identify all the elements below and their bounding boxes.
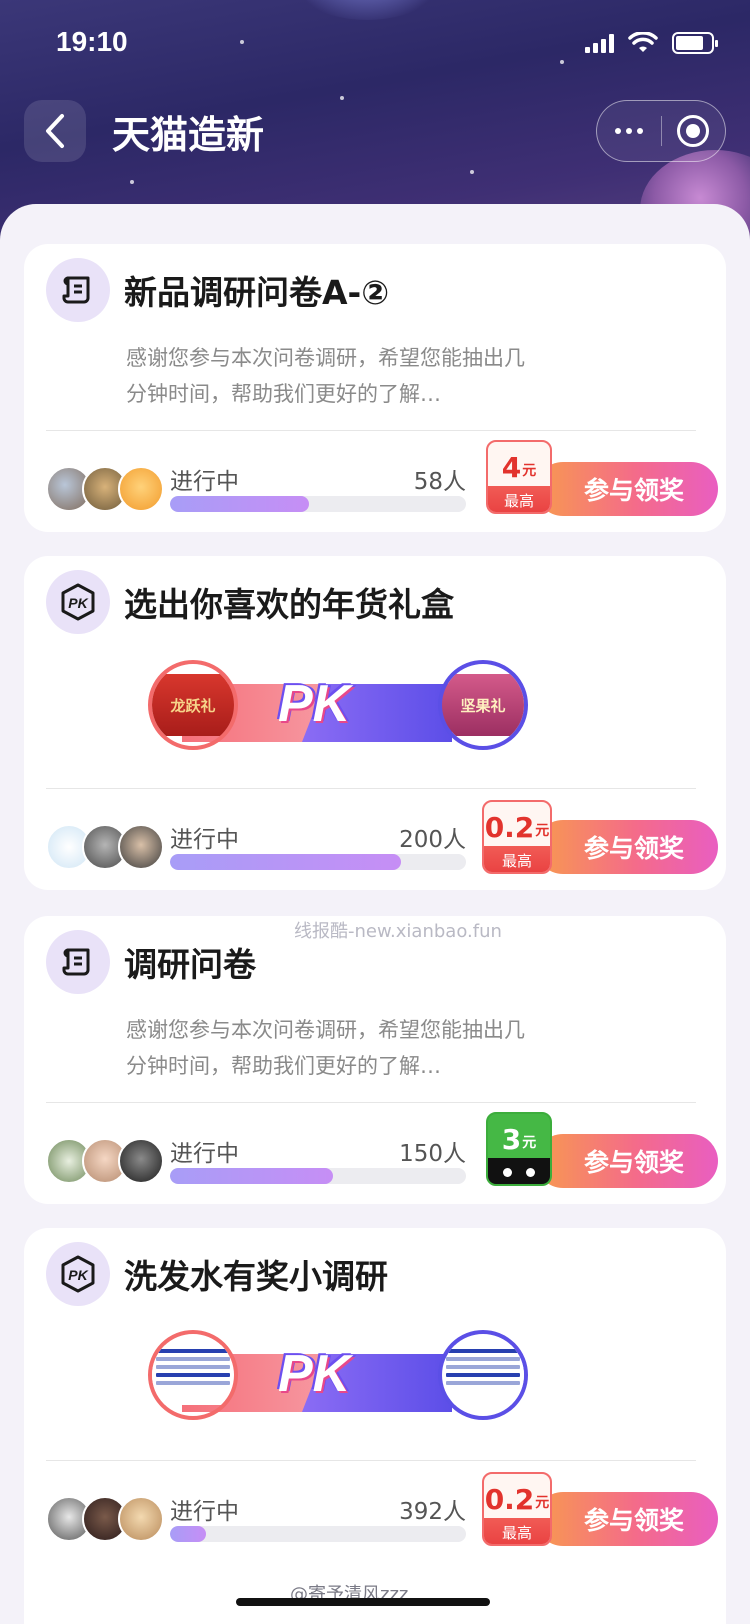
pk-label: PK: [278, 675, 351, 733]
reward-unit: 元: [535, 823, 550, 839]
svg-text:PK: PK: [68, 595, 88, 611]
back-button[interactable]: [24, 100, 86, 162]
pk-option-right[interactable]: 坚果礼: [438, 660, 528, 750]
product-document-image: [152, 1345, 234, 1405]
avatar: [118, 824, 164, 870]
participant-avatars: [46, 466, 164, 512]
product-document-image: [442, 1345, 524, 1405]
reward-label: 最高: [484, 846, 550, 872]
battery-icon: [672, 32, 718, 54]
divider: [46, 1460, 696, 1461]
pk-comparison: PK: [122, 1324, 528, 1444]
reward-amount: 4: [501, 451, 522, 484]
card-title: 选出你喜欢的年货礼盒: [124, 585, 454, 624]
gift-box-image: 龙跃礼: [152, 674, 234, 736]
status-icons: [585, 32, 718, 54]
participant-count: 150人: [399, 1141, 466, 1167]
pk-icon: PK: [46, 1242, 110, 1306]
reward-amount: 0.2: [484, 1483, 535, 1516]
avatar: [118, 466, 164, 512]
reward-badge: 0.2 元 最高: [482, 1472, 552, 1546]
participant-count: 200人: [399, 827, 466, 853]
star-decoration: [470, 170, 474, 174]
join-reward-button[interactable]: 参与领奖: [536, 1492, 718, 1546]
target-icon: [677, 115, 710, 147]
tmall-cat-icon: [488, 1158, 550, 1184]
scroll-icon: [46, 258, 110, 322]
content-area: 新品调研问卷A-② 感谢您参与本次问卷调研，希望您能抽出几分钟时间，帮助我们更好…: [0, 204, 750, 1624]
progress-bar: [170, 1168, 466, 1184]
divider: [46, 430, 696, 431]
reward-unit: 元: [522, 463, 537, 479]
participant-avatars: [46, 1496, 164, 1542]
signal-icon: [585, 33, 614, 53]
reward-amount: 3: [501, 1123, 522, 1156]
participant-avatars: [46, 1138, 164, 1184]
more-button[interactable]: [597, 101, 661, 161]
progress-bar: [170, 1526, 466, 1542]
chevron-left-icon: [46, 114, 64, 148]
reward-amount: 0.2: [484, 811, 535, 844]
wifi-icon: [628, 32, 658, 52]
progress-bar: [170, 854, 466, 870]
participant-count: 58人: [413, 469, 466, 495]
join-reward-button[interactable]: 参与领奖: [536, 820, 718, 874]
pk-option-left[interactable]: [148, 1330, 238, 1420]
divider: [46, 1102, 696, 1103]
svg-text:PK: PK: [68, 1267, 88, 1283]
reward-badge: 4元 最高: [486, 440, 552, 514]
page-title: 天猫造新: [112, 113, 265, 157]
reward-badge: 0.2 元 最高: [482, 800, 552, 874]
reward-badge: 3元: [486, 1112, 552, 1186]
card-title: 调研问卷: [124, 945, 256, 984]
pk-card[interactable]: PK 选出你喜欢的年货礼盒 龙跃礼 坚果礼 PK 进行中 200人 参与领奖 0…: [24, 556, 726, 890]
avatar: [118, 1496, 164, 1542]
home-indicator[interactable]: [236, 1598, 490, 1606]
pk-label: PK: [278, 1345, 351, 1403]
miniprogram-capsule: [596, 100, 726, 162]
nav-bar: 天猫造新: [0, 96, 750, 166]
pk-comparison: 龙跃礼 坚果礼 PK: [122, 654, 528, 774]
reward-label: 最高: [488, 486, 550, 512]
status-text: 进行中: [170, 827, 239, 853]
status-text: 进行中: [170, 1499, 239, 1525]
reward-unit: 元: [535, 1495, 550, 1511]
reward-label: 最高: [484, 1518, 550, 1544]
status-time: 19:10: [56, 26, 128, 57]
star-decoration: [130, 180, 134, 184]
status-text: 进行中: [170, 469, 239, 495]
join-reward-button[interactable]: 参与领奖: [536, 1134, 718, 1188]
participant-avatars: [46, 824, 164, 870]
participant-count: 392人: [399, 1499, 466, 1525]
survey-card[interactable]: 调研问卷 感谢您参与本次问卷调研，希望您能抽出几分钟时间，帮助我们更好的了解… …: [24, 916, 726, 1204]
status-bar: 19:10: [0, 0, 750, 90]
join-reward-button[interactable]: 参与领奖: [536, 462, 718, 516]
pk-card[interactable]: PK 洗发水有奖小调研 PK 进行中 392人 参与领奖 0.2 元 最高: [24, 1228, 726, 1624]
gift-box-image: 坚果礼: [442, 674, 524, 736]
pk-option-right[interactable]: [438, 1330, 528, 1420]
reward-unit: 元: [522, 1135, 537, 1151]
pk-icon: PK: [46, 570, 110, 634]
divider: [46, 788, 696, 789]
avatar: [118, 1138, 164, 1184]
close-button[interactable]: [662, 101, 726, 161]
status-text: 进行中: [170, 1141, 239, 1167]
card-title: 新品调研问卷A-②: [124, 273, 390, 312]
card-title: 洗发水有奖小调研: [124, 1257, 388, 1296]
pk-option-left[interactable]: 龙跃礼: [148, 660, 238, 750]
card-description: 感谢您参与本次问卷调研，希望您能抽出几分钟时间，帮助我们更好的了解…: [126, 346, 525, 406]
survey-card[interactable]: 新品调研问卷A-② 感谢您参与本次问卷调研，希望您能抽出几分钟时间，帮助我们更好…: [24, 244, 726, 532]
progress-bar: [170, 496, 466, 512]
card-description: 感谢您参与本次问卷调研，希望您能抽出几分钟时间，帮助我们更好的了解…: [126, 1018, 525, 1078]
scroll-icon: [46, 930, 110, 994]
watermark: 线报酷-new.xianbao.fun: [294, 921, 502, 942]
